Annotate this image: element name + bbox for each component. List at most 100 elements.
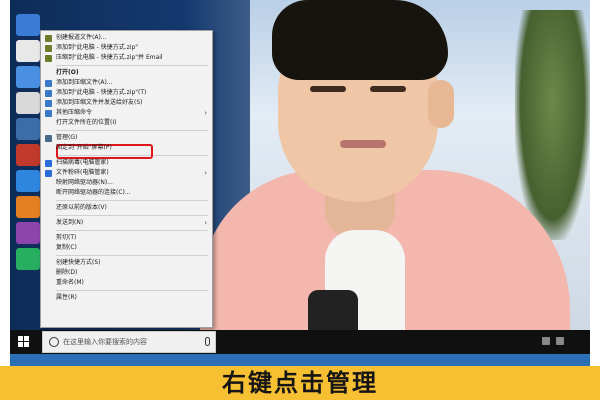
menu-item-label: 删除(D) [56, 269, 78, 276]
context-menu-item[interactable]: 打开(O) [41, 68, 212, 78]
menu-item-label: 打开文件所在的位置(I) [56, 119, 117, 126]
menu-item-icon [45, 35, 52, 42]
presenter-hair [272, 0, 448, 80]
menu-item-manage[interactable]: 管理(G) [41, 133, 212, 143]
context-menu-item[interactable]: 复制(C) [41, 243, 212, 253]
windows-logo-icon [24, 336, 29, 341]
menu-item-label: 添加到压缩文件(A)... [56, 79, 113, 86]
menu-item-icon [45, 110, 52, 117]
context-menu-item[interactable]: 其他压缩命令 › [41, 108, 212, 118]
menu-item-label: 发送到(N) [56, 219, 84, 226]
desktop-shortcut-icon[interactable] [16, 248, 40, 270]
context-menu-item[interactable]: 固定到"开始"屏幕(P) [41, 143, 212, 153]
menu-item-icon [45, 160, 52, 167]
desktop-shortcut-icon[interactable] [16, 196, 40, 218]
desktop-shortcut-icon[interactable] [16, 66, 40, 88]
tray-icon[interactable] [542, 337, 550, 345]
context-menu-item[interactable]: 扫描病毒(电脑管家) [41, 158, 212, 168]
context-menu-item[interactable]: 断开网络驱动器的连接(C)... [41, 188, 212, 198]
desktop-shortcut-icon[interactable] [16, 92, 40, 114]
search-placeholder: 在这里输入你要搜索的内容 [63, 338, 147, 346]
microphone-icon[interactable] [205, 337, 210, 346]
menu-item-label: 其他压缩命令 [56, 109, 93, 116]
presenter-eye-right [370, 86, 406, 92]
menu-item-label: 打开(O) [56, 69, 79, 76]
context-menu-item[interactable]: 重命名(M) [41, 278, 212, 288]
microphone [308, 290, 358, 330]
wallpaper-plant [515, 10, 590, 240]
submenu-arrow-icon: › [204, 169, 207, 177]
menu-item-label: 添加到压缩文件并发送给好友(S) [56, 99, 143, 106]
tutorial-caption: 右键点击管理 [222, 369, 378, 397]
menu-item-label: 剪切(T) [56, 234, 77, 241]
context-menu-item[interactable]: 添加到压缩文件(A)... [41, 78, 212, 88]
context-menu-item[interactable]: 删除(D) [41, 268, 212, 278]
system-tray [542, 337, 582, 347]
windows-logo-icon [18, 336, 23, 341]
desktop-shortcut-icon[interactable] [16, 222, 40, 244]
taskbar: 在这里输入你要搜索的内容 [10, 330, 590, 354]
context-menu-item[interactable]: 文件粉碎(电脑管家) › [41, 168, 212, 178]
windows-logo-icon [24, 342, 29, 347]
menu-separator [56, 230, 208, 231]
context-menu-item[interactable]: 映射网络驱动器(N)... [41, 178, 212, 188]
menu-item-icon [45, 55, 52, 62]
desktop-shortcut-icon[interactable] [16, 118, 40, 140]
windows-start-button[interactable] [18, 336, 30, 348]
context-menu-item[interactable]: 还原以前的版本(V) [41, 203, 212, 213]
context-menu-item[interactable]: 打开文件所在的位置(I) [41, 118, 212, 128]
menu-item-label: 重命名(M) [56, 279, 84, 286]
menu-separator [56, 65, 208, 66]
menu-item-label: 还原以前的版本(V) [56, 204, 107, 211]
context-menu-item[interactable]: 创建快捷方式(S) [41, 258, 212, 268]
desktop-shortcut-icon[interactable] [16, 144, 40, 166]
context-menu-item[interactable]: 创建报道文件(A)... [41, 33, 212, 43]
menu-item-label: 属性(R) [56, 294, 77, 301]
menu-separator [56, 200, 208, 201]
menu-item-icon [45, 90, 52, 97]
context-menu-item[interactable]: 添加到"此电脑 - 快捷方式.zip" [41, 43, 212, 53]
menu-separator [56, 130, 208, 131]
caption-bar: 右键点击管理 [0, 366, 600, 400]
desktop-icon-column [16, 14, 42, 274]
submenu-arrow-icon: › [204, 109, 207, 117]
menu-item-icon [45, 170, 52, 177]
screen-capture: 创建报道文件(A)... 添加到"此电脑 - 快捷方式.zip" 压缩到"此电脑 -… [10, 0, 590, 366]
desktop-shortcut-icon[interactable] [16, 40, 40, 62]
context-menu-item[interactable]: 发送到(N) › [41, 218, 212, 228]
taskbar-search-box[interactable]: 在这里输入你要搜索的内容 [42, 331, 216, 353]
menu-item-label: 扫描病毒(电脑管家) [56, 159, 109, 166]
submenu-arrow-icon: › [204, 219, 207, 227]
context-menu: 创建报道文件(A)... 添加到"此电脑 - 快捷方式.zip" 压缩到"此电脑 -… [40, 30, 213, 328]
context-menu-item[interactable]: 添加到压缩文件并发送给好友(S) [41, 98, 212, 108]
menu-item-icon [45, 80, 52, 87]
context-menu-item[interactable]: 属性(R) [41, 293, 212, 303]
presenter-ear [428, 80, 454, 128]
menu-item-label: 复制(C) [56, 244, 77, 251]
menu-item-label: 压缩到"此电脑 - 快捷方式.zip"并 Email [56, 54, 163, 61]
menu-item-label: 文件粉碎(电脑管家) [56, 169, 109, 176]
context-menu-item[interactable]: 添加到"此电脑 - 快捷方式.zip"(T) [41, 88, 212, 98]
menu-item-label: 添加到"此电脑 - 快捷方式.zip" [56, 44, 139, 51]
desktop-shortcut-icon[interactable] [16, 14, 40, 36]
presenter-eye-left [310, 86, 346, 92]
cortana-icon [49, 337, 59, 347]
context-menu-item[interactable]: 剪切(T) [41, 233, 212, 243]
menu-item-label: 断开网络驱动器的连接(C)... [56, 189, 131, 196]
menu-item-icon [45, 100, 52, 107]
menu-item-label: 创建报道文件(A)... [56, 34, 107, 41]
menu-separator [56, 215, 208, 216]
windows-logo-icon [18, 342, 23, 347]
menu-separator [56, 255, 208, 256]
menu-item-icon [45, 135, 52, 142]
menu-item-icon [45, 45, 52, 52]
desktop-shortcut-icon[interactable] [16, 170, 40, 192]
menu-item-label: 管理(G) [56, 134, 78, 141]
context-menu-item[interactable]: 压缩到"此电脑 - 快捷方式.zip"并 Email [41, 53, 212, 63]
presenter-mouth [340, 140, 386, 148]
menu-item-label: 添加到"此电脑 - 快捷方式.zip"(T) [56, 89, 147, 96]
notification-icon[interactable] [556, 337, 564, 345]
menu-item-label: 固定到"开始"屏幕(P) [56, 144, 112, 151]
menu-separator [56, 290, 208, 291]
menu-item-label: 映射网络驱动器(N)... [56, 179, 113, 186]
